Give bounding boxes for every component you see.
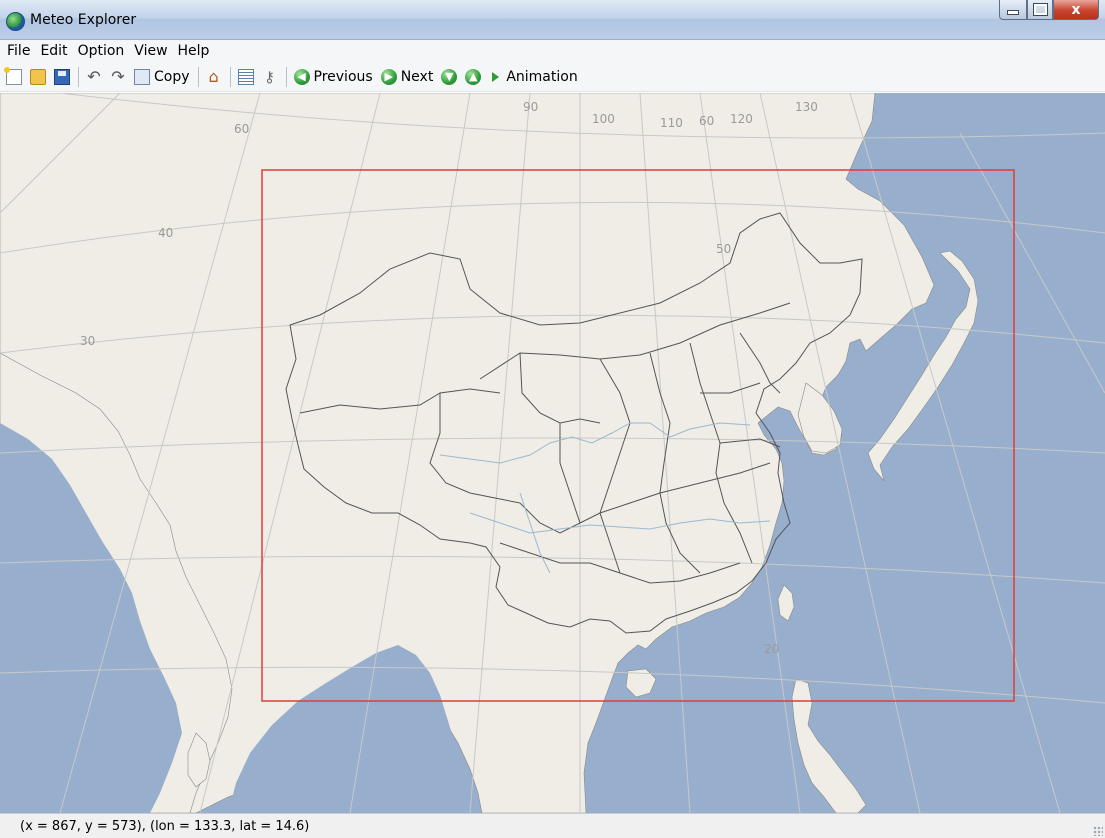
key-icon: ⚷ xyxy=(264,67,276,86)
play-icon xyxy=(492,71,500,82)
menu-bar: File Edit Option View Help xyxy=(0,40,1105,62)
lon-label-120: 120 xyxy=(730,112,753,126)
globe-icon xyxy=(6,12,25,31)
lat-label-60-upper: 60 xyxy=(234,122,249,136)
arrow-right-icon: ▶ xyxy=(380,68,397,85)
map-view[interactable]: 90 100 110 120 130 60 60 50 40 30 20 xyxy=(0,93,1105,813)
menu-edit[interactable]: Edit xyxy=(35,43,72,59)
folder-open-icon xyxy=(30,68,46,85)
redo-icon: ↷ xyxy=(111,66,125,86)
arrow-down-icon: ▼ xyxy=(441,68,458,85)
undo-icon: ↶ xyxy=(87,66,101,86)
cursor-coordinates: (x = 867, y = 573), (lon = 133.3, lat = … xyxy=(20,818,310,834)
lat-label-60: 60 xyxy=(699,114,714,128)
copy-label: Copy xyxy=(154,68,190,85)
toolbar-separator xyxy=(197,66,199,87)
arrow-up-icon: ▲ xyxy=(465,68,482,85)
undo-button[interactable]: ↶ xyxy=(86,65,102,89)
maximize-icon xyxy=(1032,3,1048,16)
minimize-icon xyxy=(1007,10,1019,15)
save-icon xyxy=(54,68,70,85)
lat-label-50: 50 xyxy=(716,242,731,256)
close-icon: x xyxy=(1071,1,1081,18)
new-file-icon xyxy=(4,66,22,85)
philippines-land xyxy=(791,678,867,813)
animation-button[interactable]: Animation xyxy=(489,65,578,89)
down-button[interactable]: ▼ xyxy=(441,65,458,89)
previous-button[interactable]: ◀ Previous xyxy=(293,65,373,89)
key-button[interactable]: ⚷ xyxy=(262,65,278,89)
lat-label-40: 40 xyxy=(158,226,173,240)
lat-label-30: 30 xyxy=(80,334,95,348)
next-label: Next xyxy=(400,68,434,85)
layers-button[interactable] xyxy=(237,65,254,89)
list-icon xyxy=(237,68,254,85)
window-controls: x xyxy=(999,0,1099,20)
save-button[interactable] xyxy=(54,65,70,89)
redo-button[interactable]: ↷ xyxy=(110,65,126,89)
taiwan-land xyxy=(777,584,795,622)
toolbar-separator xyxy=(229,66,231,87)
menu-view[interactable]: View xyxy=(129,43,172,59)
next-button[interactable]: ▶ Next xyxy=(380,65,434,89)
arrow-left-icon: ◀ xyxy=(293,68,310,85)
resize-grip-icon[interactable] xyxy=(1093,826,1103,836)
minimize-button[interactable] xyxy=(999,0,1027,20)
title-bar: Meteo Explorer x xyxy=(0,0,1105,40)
copy-button[interactable]: Copy xyxy=(134,65,190,89)
toolbar: ↶ ↷ Copy ⌂ ⚷ ◀ Previous ▶ Next ▼ ▲ Anima… xyxy=(0,62,1105,92)
lat-label-20: 20 xyxy=(764,642,779,656)
animation-label: Animation xyxy=(506,68,578,85)
new-button[interactable] xyxy=(4,65,22,89)
map-canvas[interactable]: 90 100 110 120 130 60 60 50 40 30 20 xyxy=(0,93,1105,813)
lon-label-100: 100 xyxy=(592,112,615,126)
home-button[interactable]: ⌂ xyxy=(206,65,222,89)
window-title: Meteo Explorer xyxy=(30,12,137,28)
previous-label: Previous xyxy=(313,68,373,85)
korea-land xyxy=(797,382,843,454)
up-button[interactable]: ▲ xyxy=(465,65,482,89)
open-button[interactable] xyxy=(30,65,46,89)
close-button[interactable]: x xyxy=(1053,0,1099,20)
status-bar: (x = 867, y = 573), (lon = 133.3, lat = … xyxy=(0,813,1105,838)
menu-help[interactable]: Help xyxy=(173,43,215,59)
menu-option[interactable]: Option xyxy=(73,43,130,59)
copy-icon xyxy=(134,68,150,85)
maximize-button[interactable] xyxy=(1027,0,1053,20)
lon-label-90: 90 xyxy=(523,100,538,114)
lon-label-110: 110 xyxy=(660,116,683,130)
lon-label-130: 130 xyxy=(795,100,818,114)
toolbar-separator xyxy=(285,66,287,87)
home-icon: ⌂ xyxy=(208,66,219,86)
toolbar-separator xyxy=(78,66,79,87)
menu-file[interactable]: File xyxy=(2,43,35,59)
